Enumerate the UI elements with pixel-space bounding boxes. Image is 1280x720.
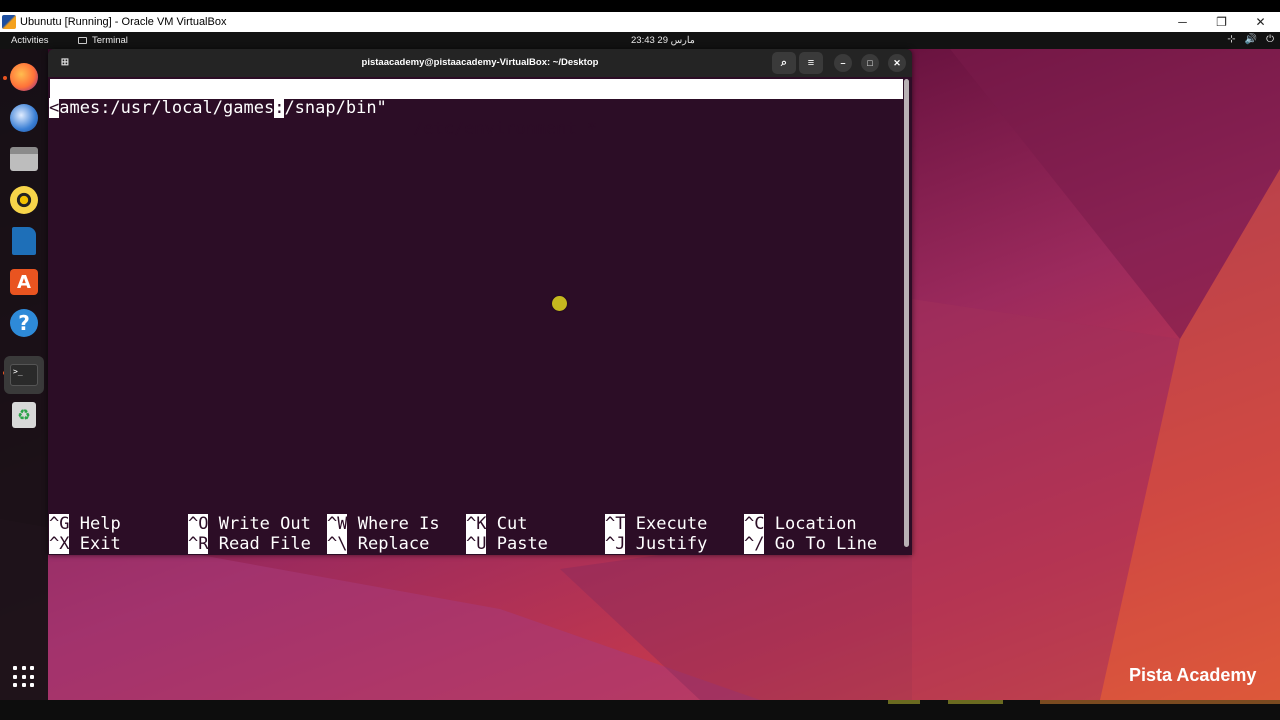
shortcut-replace[interactable]: ^\ Replace	[327, 534, 429, 554]
menu-button[interactable]: ≡	[799, 52, 823, 74]
writer-icon	[12, 227, 36, 255]
firefox-icon	[10, 63, 38, 91]
shortcut-paste[interactable]: ^U Paste	[466, 534, 548, 554]
dock-item-help[interactable]: ?	[8, 307, 40, 339]
rhythmbox-icon	[10, 186, 38, 214]
clock[interactable]: 23:43 مارس 29	[631, 35, 695, 46]
dock-item-firefox[interactable]	[8, 61, 40, 93]
shortcut-help[interactable]: ^G Help	[49, 514, 121, 534]
status-segment	[888, 700, 920, 704]
search-button[interactable]: ⌕	[772, 52, 796, 74]
terminal-titlebar[interactable]: ⊞ pistaacademy@pistaacademy-VirtualBox: …	[48, 49, 912, 77]
shortcut-justify[interactable]: ^J Justify	[605, 534, 707, 554]
dock-item-rhythmbox[interactable]	[8, 184, 40, 216]
dock-item-trash[interactable]: ♻	[8, 399, 40, 431]
ubuntu-top-bar: Activities Terminal 23:43 مارس 29 ⊹ 🔊 ⏻	[0, 32, 1280, 49]
shortcut-go-to-line[interactable]: ^/ Go To Line	[744, 534, 877, 554]
host-restore-button[interactable]: ❐	[1202, 15, 1241, 29]
nano-shortcut-bar: ^G Help ^X Exit ^O Write Out ^R Read Fil…	[49, 514, 909, 554]
close-button[interactable]: ✕	[888, 54, 906, 72]
running-indicator	[3, 76, 7, 80]
system-tray[interactable]: ⊹ 🔊 ⏻	[1227, 34, 1274, 45]
watermark: Pista Academy	[1129, 665, 1257, 685]
show-applications-button[interactable]	[13, 666, 35, 688]
activities-button[interactable]: Activities	[11, 35, 48, 46]
shortcut-where-is[interactable]: ^W Where Is	[327, 514, 440, 534]
nano-header: GNU nano 6.2 /etc/environment *	[50, 79, 903, 139]
dock-item-files[interactable]	[8, 143, 40, 175]
mouse-pointer-highlight	[552, 296, 567, 311]
dock-item-app-center[interactable]: A	[8, 266, 40, 298]
terminal-window[interactable]: ⊞ pistaacademy@pistaacademy-VirtualBox: …	[48, 49, 912, 555]
host-minimize-button[interactable]: ─	[1163, 15, 1202, 29]
files-icon	[10, 147, 38, 171]
terminal-scrollbar[interactable]	[904, 77, 910, 555]
host-close-button[interactable]: ✕	[1241, 15, 1280, 29]
dock: A ? >_ ♻	[0, 49, 48, 700]
dock-item-terminal[interactable]: >_	[4, 356, 44, 394]
status-segment	[948, 700, 1003, 704]
overflow-marker: <	[49, 98, 60, 118]
line-text-after: /snap/bin"	[284, 98, 387, 118]
shortcut-write-out[interactable]: ^O Write Out	[188, 514, 311, 534]
host-window-titlebar: Ubunutu [Running] - Oracle VM VirtualBox…	[0, 12, 1280, 32]
line-text-before: ames:/usr/local/games	[59, 98, 275, 118]
dock-item-thunderbird[interactable]	[8, 102, 40, 134]
shortcut-cut[interactable]: ^K Cut	[466, 514, 527, 534]
scrollbar-thumb[interactable]	[904, 79, 909, 547]
network-icon: ⊹	[1227, 34, 1236, 45]
help-icon: ?	[10, 309, 38, 337]
dock-item-writer[interactable]	[8, 225, 40, 257]
text-cursor: :	[274, 98, 285, 118]
terminal-mini-icon	[78, 37, 87, 44]
maximize-button[interactable]: □	[861, 54, 879, 72]
shortcut-exit[interactable]: ^X Exit	[49, 534, 121, 554]
volume-icon: 🔊	[1244, 34, 1258, 45]
app-menu[interactable]: Terminal	[78, 35, 128, 46]
app-menu-label: Terminal	[92, 35, 128, 46]
editor-line[interactable]: <ames:/usr/local/games:/snap/bin"	[49, 98, 387, 118]
host-window-title: Ubunutu [Running] - Oracle VM VirtualBox	[20, 16, 227, 28]
thunderbird-icon	[10, 104, 38, 132]
power-icon: ⏻	[1266, 34, 1274, 45]
minimize-button[interactable]: –	[834, 54, 852, 72]
trash-icon: ♻	[12, 402, 36, 428]
status-segment	[1040, 700, 1280, 704]
shortcut-read-file[interactable]: ^R Read File	[188, 534, 311, 554]
app-center-icon: A	[10, 269, 38, 295]
shortcut-location[interactable]: ^C Location	[744, 514, 857, 534]
shortcut-execute[interactable]: ^T Execute	[605, 514, 707, 534]
terminal-icon: >_	[10, 364, 38, 386]
virtualbox-logo-icon	[2, 15, 16, 29]
nano-filename: /etc/environment *	[413, 119, 598, 139]
host-status-bar	[0, 700, 1280, 720]
